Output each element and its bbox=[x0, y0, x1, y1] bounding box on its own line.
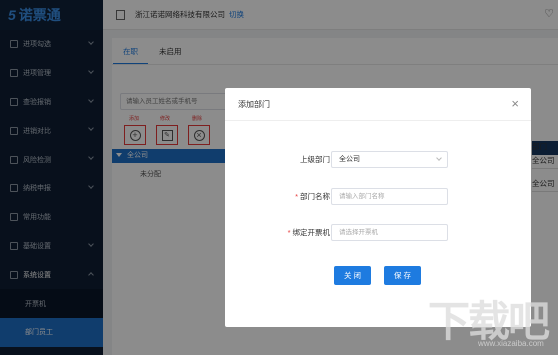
required-mark: * bbox=[295, 192, 298, 201]
chevron-down-icon bbox=[436, 155, 442, 161]
dialog-title: 添加部门 bbox=[225, 88, 531, 121]
required-mark: * bbox=[287, 228, 291, 237]
label-text: 绑定开票机 bbox=[292, 228, 331, 237]
parent-department-row: 上级部门 全公司 bbox=[225, 151, 531, 168]
department-name-label: * 部门名称 bbox=[295, 188, 330, 205]
bind-machine-label: * 绑定开票机 bbox=[288, 224, 330, 241]
bind-machine-select[interactable]: 请选择开票机 bbox=[331, 224, 448, 241]
parent-department-label: 上级部门 bbox=[300, 155, 330, 164]
save-button[interactable]: 保 存 bbox=[384, 266, 421, 285]
department-name-row: * 部门名称 请输入部门名称 bbox=[225, 188, 531, 205]
bind-machine-row: * 绑定开票机 请选择开票机 bbox=[225, 224, 531, 241]
label-text: 部门名称 bbox=[300, 192, 330, 201]
department-name-input[interactable]: 请输入部门名称 bbox=[331, 188, 448, 205]
parent-department-select[interactable]: 全公司 bbox=[331, 151, 448, 168]
close-icon[interactable]: × bbox=[511, 97, 519, 110]
close-button[interactable]: 关 闭 bbox=[334, 266, 371, 285]
parent-department-value: 全公司 bbox=[339, 156, 360, 163]
watermark-url: www.xiazaiba.com bbox=[478, 339, 544, 348]
